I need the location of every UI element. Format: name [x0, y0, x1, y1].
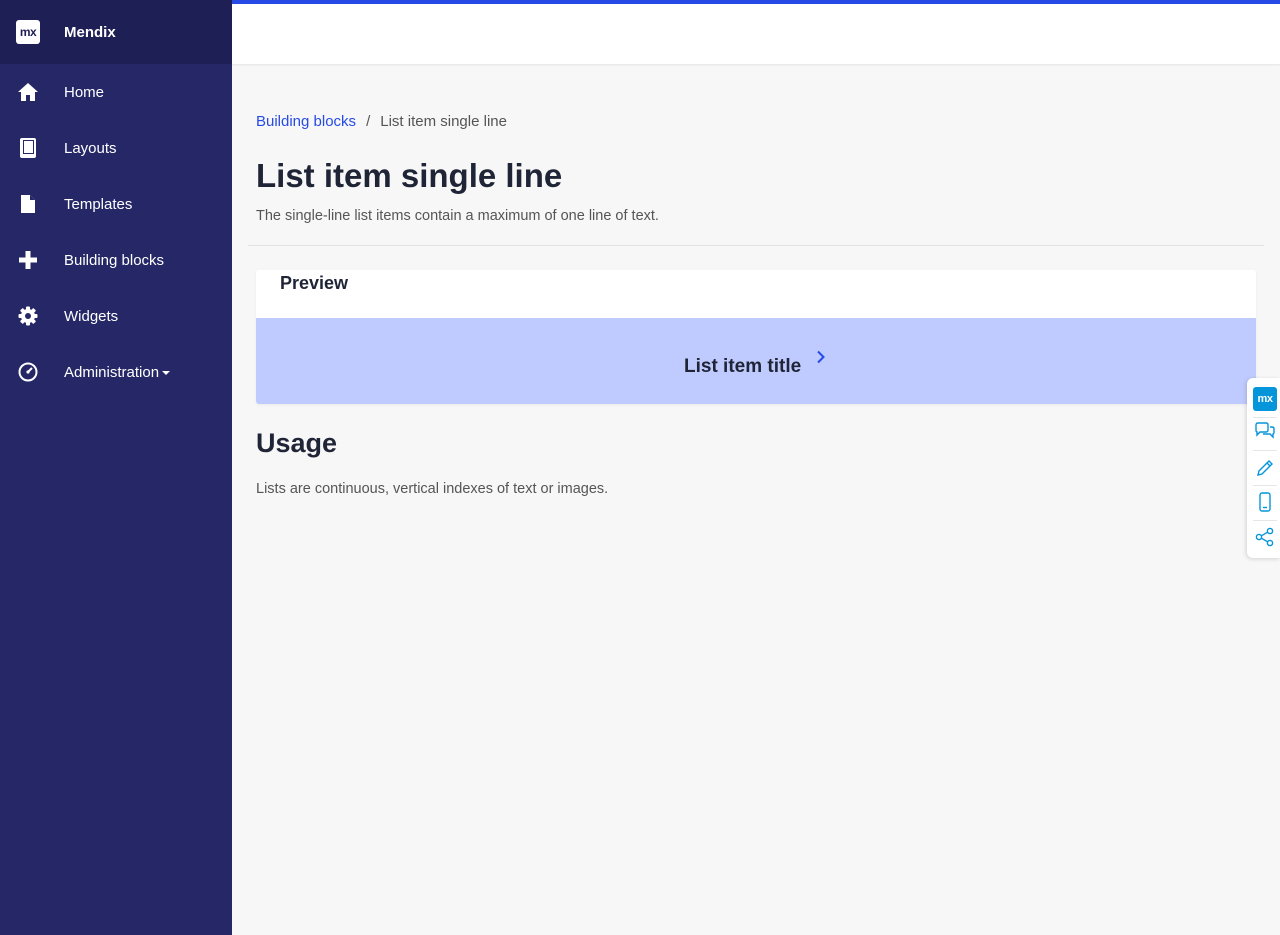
chat-icon[interactable]	[1253, 420, 1277, 444]
brand-name: Mendix	[64, 23, 116, 41]
mendix-logo: mx	[16, 20, 40, 44]
dock-divider	[1253, 450, 1277, 451]
sidebar-item-building-blocks[interactable]: Building blocks	[0, 232, 232, 288]
book-icon	[16, 136, 40, 160]
sidebar-item-label: Building blocks	[64, 251, 165, 269]
sidebar-item-label: Widgets	[64, 307, 119, 325]
usage-text: Lists are continuous, vertical indexes o…	[256, 481, 609, 497]
breadcrumb-current: List item single line	[380, 113, 507, 130]
top-bar	[232, 0, 1280, 64]
page-subtitle: The single-line list items contain a max…	[256, 208, 659, 224]
dock-divider	[1253, 417, 1277, 418]
sidebar-item-home[interactable]: Home	[0, 64, 232, 120]
breadcrumb-separator: /	[366, 113, 371, 130]
mendix-logo-button[interactable]: mx	[1253, 387, 1277, 411]
home-icon	[16, 80, 40, 104]
sidebar: mx Mendix Home Layouts Templates Buildin…	[0, 0, 232, 935]
sidebar-item-label: Home	[64, 83, 105, 101]
plus-icon	[16, 248, 40, 272]
preview-header: Preview	[280, 273, 349, 293]
sidebar-item-label: Layouts	[64, 139, 117, 157]
list-item-title[interactable]: List item title	[684, 356, 801, 378]
usage-title: Usage	[256, 428, 338, 458]
breadcrumb-link-building-blocks[interactable]: Building blocks	[256, 113, 356, 130]
pencil-icon[interactable]	[1253, 456, 1277, 480]
preview-area: List item title	[256, 318, 1256, 404]
file-icon	[16, 192, 40, 216]
sidebar-item-widgets[interactable]: Widgets	[0, 288, 232, 344]
dock-divider	[1253, 520, 1277, 521]
brand-bar[interactable]: mx Mendix	[0, 0, 232, 64]
preview-card: Preview List item title	[256, 270, 1256, 404]
divider	[248, 245, 1264, 246]
mendix-dock: mx	[1247, 378, 1280, 558]
breadcrumb: Building blocks / List item single line	[256, 113, 507, 130]
sidebar-item-label: Administration	[64, 364, 171, 381]
dock-divider	[1253, 485, 1277, 486]
sidebar-item-administration[interactable]: Administration	[0, 344, 232, 400]
dashboard-icon	[16, 360, 40, 384]
gear-icon	[16, 304, 40, 328]
share-icon[interactable]	[1253, 525, 1277, 549]
sidebar-item-label: Templates	[64, 195, 133, 213]
mobile-icon[interactable]	[1253, 490, 1277, 514]
chevron-down-icon	[162, 370, 171, 375]
chevron-right-icon[interactable]	[816, 350, 826, 369]
sidebar-item-layouts[interactable]: Layouts	[0, 120, 232, 176]
sidebar-item-templates[interactable]: Templates	[0, 176, 232, 232]
page-title: List item single line	[256, 157, 563, 194]
